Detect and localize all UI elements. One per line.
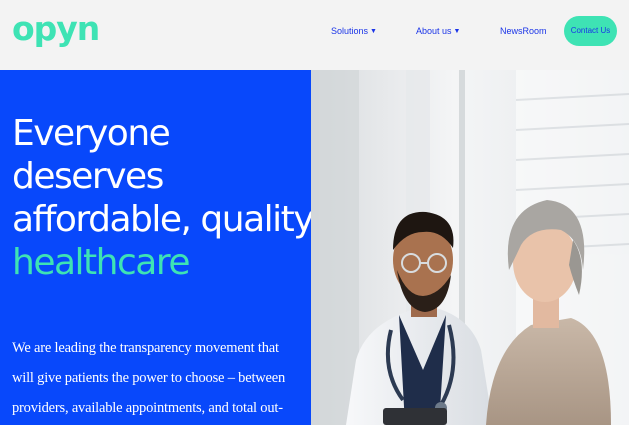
- doctor-and-patient-photo: [311, 70, 629, 425]
- nav-about-us-label: About us: [416, 26, 452, 36]
- headline-line-2: deserves: [12, 156, 164, 197]
- nav-solutions-label: Solutions: [331, 26, 369, 36]
- nav-about-us[interactable]: About us ▼: [416, 25, 460, 38]
- nav-newsroom-label: NewsRoom: [500, 26, 547, 36]
- caret-down-icon: ▼: [453, 28, 461, 35]
- contact-us-button[interactable]: Contact Us: [564, 16, 617, 46]
- nav-solutions[interactable]: Solutions ▼: [331, 25, 377, 38]
- hero-headline: Everyone deserves affordable, quality he…: [12, 112, 311, 284]
- headline-line-1: Everyone: [12, 113, 171, 154]
- site-header: opyn Solutions ▼ About us ▼ NewsRoom Conta…: [0, 0, 629, 70]
- hero-section: Everyone deserves affordable, quality he…: [0, 70, 311, 425]
- headline-accent: healthcare: [12, 242, 190, 283]
- caret-down-icon: ▼: [370, 28, 377, 35]
- nav-newsroom[interactable]: NewsRoom: [500, 25, 547, 37]
- opyn-logo[interactable]: opyn: [12, 9, 100, 49]
- hero-illustration: [311, 70, 629, 425]
- hero-body-text: We are leading the transparency movement…: [12, 333, 302, 423]
- body-line-3: providers, available appointments, and t…: [12, 400, 283, 416]
- headline-line-3: affordable, quality: [12, 199, 311, 240]
- landing-page: opyn Solutions ▼ About us ▼ NewsRoom Conta…: [0, 0, 629, 425]
- body-line-1: We are leading the transparency movement…: [12, 340, 279, 356]
- body-line-2: will give patients the power to choose –…: [12, 370, 286, 386]
